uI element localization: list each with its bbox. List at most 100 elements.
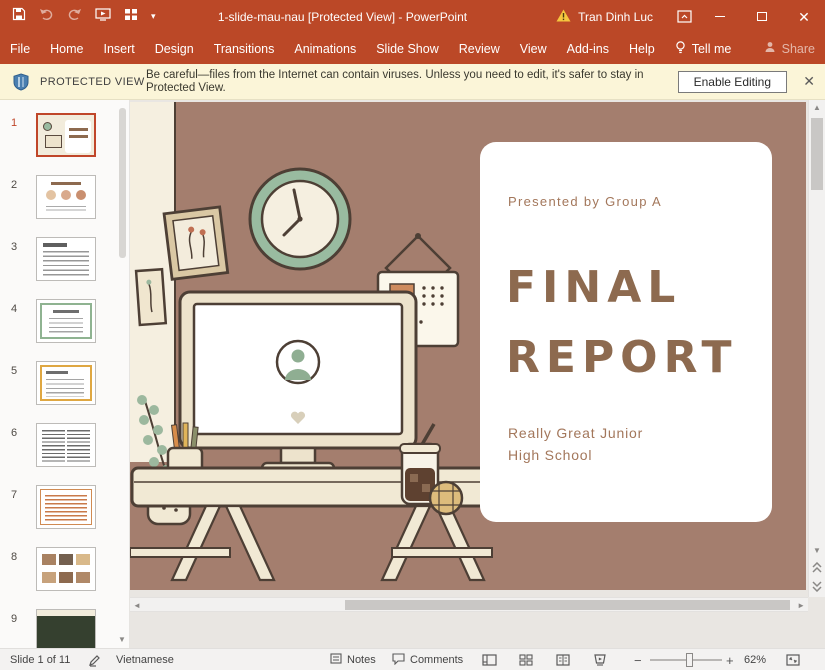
tell-me-box[interactable]: Tell me — [665, 41, 742, 57]
tab-animations[interactable]: Animations — [284, 33, 366, 64]
slide-thumbnail-1[interactable] — [36, 113, 96, 157]
horizontal-scrollbar-thumb[interactable] — [345, 600, 790, 610]
shield-icon — [12, 73, 30, 96]
fit-slide-to-window-button[interactable] — [786, 649, 800, 670]
vertical-scrollbar-thumb[interactable] — [811, 118, 823, 190]
slideshow-view-button[interactable] — [593, 649, 607, 670]
thumbnail-row-2: 2 — [0, 175, 129, 225]
waffle-illustration — [426, 478, 466, 523]
tab-review[interactable]: Review — [449, 33, 510, 64]
slide-number: 9 — [11, 613, 17, 625]
slide-thumbnail-panel: 1 2 3 4 5 6 7 8 — [0, 100, 130, 648]
tab-addins[interactable]: Add-ins — [557, 33, 619, 64]
tab-slideshow[interactable]: Slide Show — [366, 33, 449, 64]
scroll-right-icon[interactable]: ► — [797, 601, 805, 610]
comments-button[interactable]: Comments — [392, 649, 463, 670]
reading-view-button[interactable] — [556, 649, 570, 670]
start-slideshow-icon[interactable] — [95, 8, 111, 26]
ribbon-display-options-icon[interactable] — [669, 0, 699, 33]
slide-title-line2: REPORT — [506, 332, 738, 383]
slide-thumbnail-4[interactable] — [36, 299, 96, 343]
panel-scrollbar[interactable]: ▼ — [116, 100, 128, 648]
tab-transitions[interactable]: Transitions — [204, 33, 285, 64]
scroll-up-icon[interactable]: ▲ — [809, 103, 825, 112]
protected-view-message: Be careful—files from the Internet can c… — [146, 69, 644, 95]
protected-view-label: PROTECTED VIEW — [40, 76, 145, 88]
tab-insert[interactable]: Insert — [94, 33, 145, 64]
slide-number: 4 — [11, 303, 17, 315]
thumbnail-row-6: 6 — [0, 423, 129, 473]
comments-icon — [392, 653, 405, 668]
tell-me-icon — [675, 41, 686, 57]
slide-thumbnail-7[interactable] — [36, 485, 96, 529]
powerpoint-window: ▾ 1-slide-mau-nau [Protected View] - Pow… — [0, 0, 825, 670]
slide-counter[interactable]: Slide 1 of 11 — [10, 649, 70, 670]
banner-close-icon[interactable]: ✕ — [803, 73, 815, 89]
title-text-panel: Presented by Group A FINAL REPORT Really… — [480, 142, 772, 522]
zoom-slider[interactable] — [650, 649, 722, 670]
minimize-button[interactable] — [699, 0, 741, 33]
zoom-level[interactable]: 62% — [744, 649, 766, 670]
status-bar: Slide 1 of 11 Vietnamese Notes Comments … — [0, 648, 825, 670]
slide-thumbnail-2[interactable] — [36, 175, 96, 219]
slide-number: 6 — [11, 427, 17, 439]
thumbnail-row-7: 7 — [0, 485, 129, 535]
notes-button[interactable]: Notes — [330, 649, 376, 670]
slide-thumbnail-8[interactable] — [36, 547, 96, 591]
proofing-icon[interactable] — [88, 649, 101, 670]
language-indicator[interactable]: Vietnamese — [116, 649, 174, 670]
horizontal-scrollbar[interactable]: ◄ ► — [130, 597, 808, 612]
tab-view[interactable]: View — [510, 33, 557, 64]
maximize-button[interactable] — [741, 0, 783, 33]
slide-number: 3 — [11, 241, 17, 253]
redo-icon[interactable] — [67, 8, 82, 26]
scroll-down-icon[interactable]: ▼ — [809, 546, 825, 555]
slide-thumbnail-9[interactable] — [36, 609, 96, 648]
thumbnail-row-4: 4 — [0, 299, 129, 349]
warning-icon — [556, 9, 571, 25]
editing-canvas: Presented by Group A FINAL REPORT Really… — [130, 100, 825, 648]
window-title: 1-slide-mau-nau [Protected View] - Power… — [150, 0, 535, 33]
slide-thumbnail-3[interactable] — [36, 237, 96, 281]
thumbnail-row-9: 9 — [0, 609, 129, 648]
share-button[interactable]: Share — [764, 33, 815, 64]
slide-number: 2 — [11, 179, 17, 191]
zoom-out-button[interactable]: − — [634, 649, 642, 670]
previous-slide-button[interactable] — [809, 560, 825, 576]
undo-icon[interactable] — [39, 8, 54, 26]
vertical-scrollbar[interactable]: ▲ ▼ — [808, 100, 825, 597]
close-button[interactable]: ✕ — [783, 0, 825, 33]
slide-number: 1 — [11, 117, 17, 129]
normal-view-button[interactable] — [482, 649, 497, 670]
tab-design[interactable]: Design — [145, 33, 204, 64]
quick-access-toolbar: ▾ — [12, 0, 156, 33]
panel-scroll-down-icon[interactable]: ▼ — [117, 635, 127, 644]
enable-editing-button[interactable]: Enable Editing — [678, 71, 787, 93]
narrow-frame-illustration — [136, 268, 168, 333]
scroll-left-icon[interactable]: ◄ — [133, 601, 141, 610]
thumbnail-row-3: 3 — [0, 237, 129, 287]
slide-number: 7 — [11, 489, 17, 501]
protected-view-banner: PROTECTED VIEW Be careful—files from the… — [0, 64, 825, 100]
clock-illustration — [247, 166, 353, 277]
zoom-in-button[interactable]: + — [726, 649, 734, 670]
panel-scrollbar-thumb[interactable] — [119, 108, 126, 258]
slide-sorter-view-button[interactable] — [519, 649, 533, 670]
save-icon[interactable] — [12, 7, 26, 26]
tab-home[interactable]: Home — [40, 33, 93, 64]
grid-icon[interactable] — [124, 8, 138, 26]
flower-frame-illustration — [166, 208, 228, 285]
zoom-slider-thumb[interactable] — [686, 653, 693, 667]
tab-file[interactable]: File — [0, 33, 40, 64]
slide-number: 5 — [11, 365, 17, 377]
slide-number: 8 — [11, 551, 17, 563]
slide-thumbnail-5[interactable] — [36, 361, 96, 405]
tab-help[interactable]: Help — [619, 33, 665, 64]
thumbnail-row-5: 5 — [0, 361, 129, 411]
thumbnail-row-8: 8 — [0, 547, 129, 597]
next-slide-button[interactable] — [809, 578, 825, 594]
monitor-illustration — [178, 290, 418, 481]
slide-thumbnail-6[interactable] — [36, 423, 96, 467]
slide-1-canvas[interactable]: Presented by Group A FINAL REPORT Really… — [130, 102, 806, 590]
user-name[interactable]: Tran Dinh Luc — [578, 10, 653, 24]
